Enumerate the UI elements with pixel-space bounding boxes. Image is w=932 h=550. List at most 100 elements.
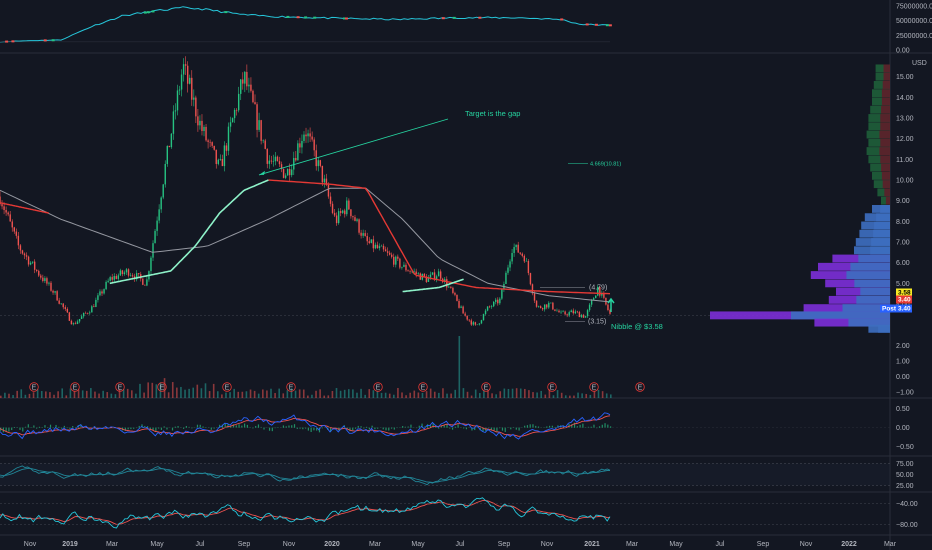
volume-bar xyxy=(69,388,72,398)
volume-bar xyxy=(249,389,252,398)
macd-histogram-bar xyxy=(166,427,168,430)
candle-body xyxy=(248,84,250,87)
volume-bar xyxy=(225,392,227,398)
volume-bar xyxy=(0,395,2,398)
candle-body xyxy=(89,312,91,314)
volume-bar xyxy=(433,391,436,398)
candle-body xyxy=(242,79,244,84)
macd-histogram-bar xyxy=(38,426,41,428)
earnings-marker-label: E xyxy=(592,385,597,392)
volume-trend-mark xyxy=(11,40,15,43)
volume-trend-axis-tick-label: 0.00 xyxy=(896,48,910,55)
volume-bar xyxy=(294,390,297,398)
annotation-target: Target is the gap xyxy=(465,109,520,118)
candle-body xyxy=(317,160,319,167)
time-axis-label: Sep xyxy=(238,541,251,548)
volume-bar xyxy=(110,393,113,398)
volume-bar xyxy=(458,336,461,398)
volume-bar xyxy=(32,392,35,398)
macd-histogram-bar xyxy=(518,427,520,431)
candle-body xyxy=(452,287,454,293)
candle-body xyxy=(272,161,275,162)
time-axis[interactable]: Nov 2019 Mar May Jul Sep Nov 2020 Mar May Jul Sep No… xyxy=(24,541,897,548)
candle-body xyxy=(595,295,597,299)
volume-bar xyxy=(200,388,203,398)
volume-bar xyxy=(339,390,342,398)
level-label: 4.669(10.81) xyxy=(590,161,621,167)
macd-histogram-bar xyxy=(598,426,601,428)
volume-trend-mark xyxy=(313,16,317,19)
candle-body xyxy=(382,245,385,250)
volume-bar xyxy=(347,389,350,398)
candle-body xyxy=(29,262,32,265)
candle-body xyxy=(380,245,383,247)
candle-body xyxy=(409,271,411,272)
volume-bar xyxy=(298,389,301,398)
candle-body xyxy=(142,278,144,285)
volume-trend-mark xyxy=(452,16,456,19)
volume-bar xyxy=(319,389,321,398)
time-axis-label: Mar xyxy=(626,541,639,548)
candle-body xyxy=(339,211,342,213)
candle-body xyxy=(586,310,589,317)
candle-body xyxy=(270,160,273,162)
volume-trend-mark xyxy=(286,15,290,18)
candle-body xyxy=(260,120,262,141)
earnings-marker-label: E xyxy=(550,385,555,392)
candle-body xyxy=(390,254,393,257)
volume-bar xyxy=(98,393,100,398)
candle-body xyxy=(254,102,256,105)
volume-bar xyxy=(425,391,428,398)
volume-profile-bar-sell xyxy=(885,196,890,205)
volume-bar xyxy=(233,388,235,398)
candle-body xyxy=(191,77,193,100)
candle-body xyxy=(244,71,246,84)
macd-histogram-bar xyxy=(22,427,24,432)
candle-body xyxy=(415,271,417,275)
price-axis-tick-label: 14.00 xyxy=(896,95,914,102)
volume-profile-bar-sell xyxy=(879,130,890,139)
candle-body xyxy=(95,299,97,307)
candle-body xyxy=(150,257,152,272)
candle-body xyxy=(388,252,391,255)
volume-bar xyxy=(524,388,526,398)
volume-bar xyxy=(20,389,23,398)
volume-bar xyxy=(421,392,424,398)
candle-body xyxy=(497,299,499,304)
candle-body xyxy=(74,323,77,324)
macd-histogram-bar xyxy=(504,427,506,432)
candle-body xyxy=(87,313,89,314)
candle-body xyxy=(331,203,334,213)
volume-trend-mark xyxy=(608,24,612,27)
macd-histogram-bar xyxy=(352,427,354,431)
candle-body xyxy=(225,145,228,151)
volume-trend-mark xyxy=(151,10,155,13)
volume-bar xyxy=(515,388,518,398)
candle-body xyxy=(229,122,232,127)
rsi-band xyxy=(0,463,890,486)
candle-body xyxy=(36,269,38,271)
candle-body xyxy=(495,299,497,302)
volume-bar xyxy=(528,390,530,398)
volume-bar xyxy=(36,389,39,398)
volume-bar xyxy=(491,393,493,398)
candle-body xyxy=(258,120,260,130)
candle-body xyxy=(7,212,9,215)
volume-bar xyxy=(581,393,583,398)
candle-body xyxy=(180,74,183,90)
stock-chart[interactable]: (4.79) 4.669(10.81) (3.15) E E E E E E E E E E E E 75… xyxy=(0,0,932,550)
candle-body xyxy=(256,104,258,130)
candle-body xyxy=(376,244,379,249)
macd-histogram-bar xyxy=(307,427,309,431)
candle-body xyxy=(572,310,574,314)
candle-body xyxy=(550,302,552,304)
time-axis-label: Jul xyxy=(196,541,205,548)
macd-histogram-bar xyxy=(501,427,504,431)
rsi-pane[interactable] xyxy=(0,463,890,486)
candle-body xyxy=(70,320,73,325)
volume-bar xyxy=(429,388,432,398)
candle-body xyxy=(250,84,252,91)
level-label: (3.15) xyxy=(588,319,606,326)
macd-histogram-bar xyxy=(374,427,376,430)
candle-body xyxy=(231,118,234,123)
